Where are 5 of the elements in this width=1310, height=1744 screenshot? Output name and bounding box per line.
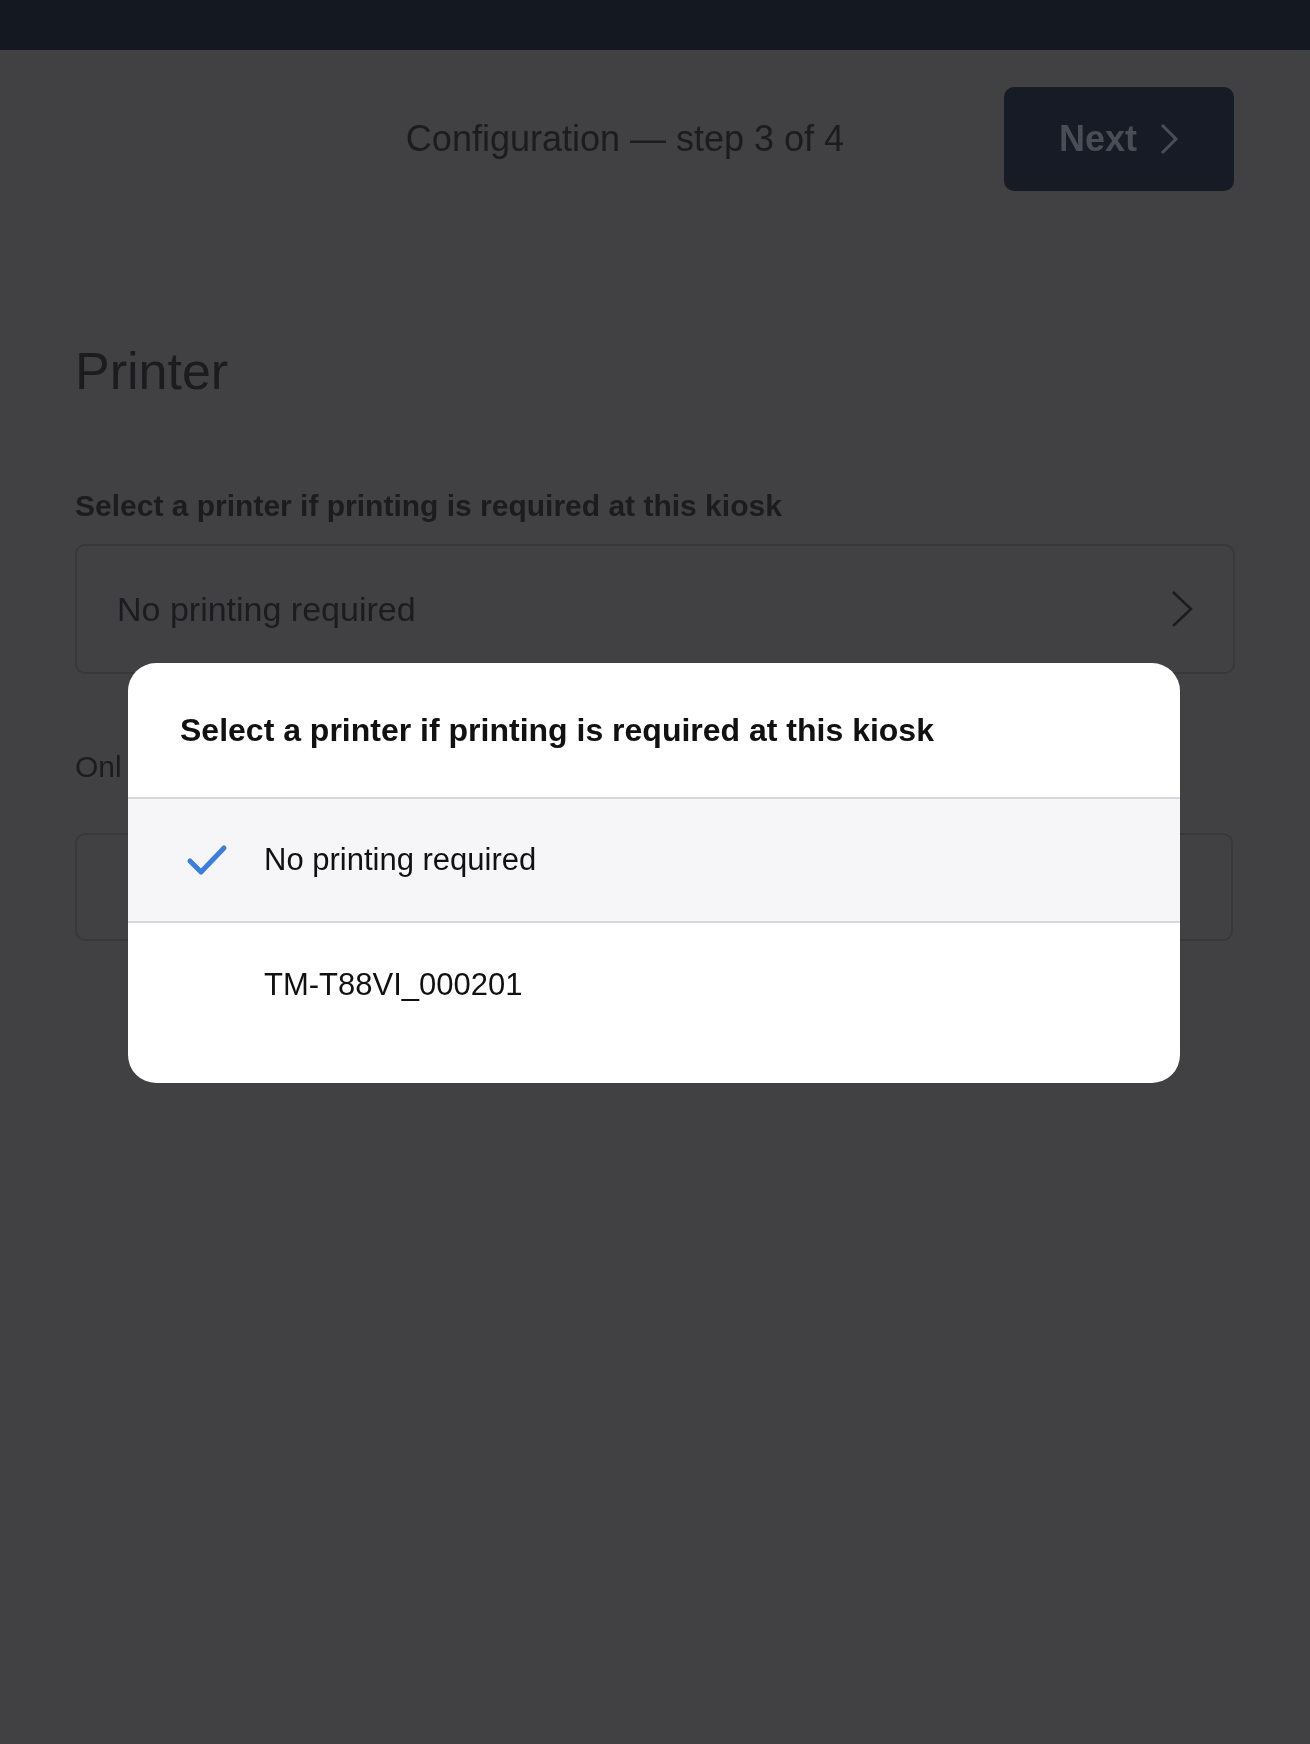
printer-option[interactable]: No printing required: [128, 799, 1180, 923]
dialog-title: Select a printer if printing is required at this kiosk: [180, 711, 934, 750]
checkmark-icon: [186, 844, 228, 876]
chevron-right-icon: [1159, 123, 1179, 155]
chevron-right-icon: [1171, 590, 1193, 628]
